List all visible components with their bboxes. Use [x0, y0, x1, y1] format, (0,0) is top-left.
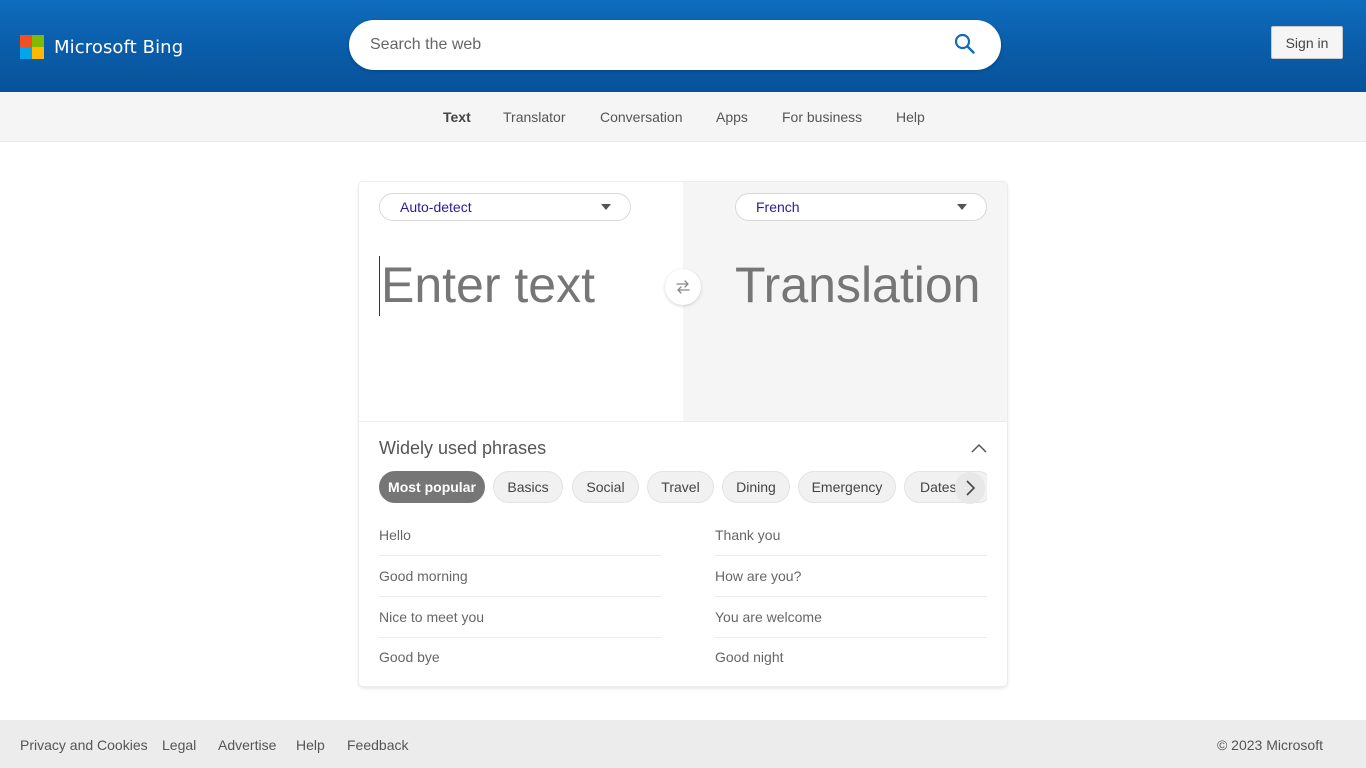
brand-name: Microsoft Bing — [54, 36, 184, 58]
phrases-title: Widely used phrases — [379, 438, 547, 458]
target-language-select[interactable]: French — [735, 193, 987, 221]
source-pane: Auto-detect — [359, 182, 683, 421]
caret-down-icon — [601, 204, 611, 210]
search-box — [349, 20, 1001, 70]
chevron-up-icon — [971, 443, 987, 453]
phrase-item[interactable]: You are welcome — [715, 597, 987, 638]
chevron-right-icon — [966, 480, 976, 496]
phrase-item[interactable]: How are you? — [715, 556, 987, 597]
nav-tab-apps[interactable]: Apps — [716, 109, 748, 125]
microsoft-logo-icon — [20, 35, 44, 59]
swap-languages-button[interactable] — [665, 269, 701, 305]
header: Microsoft Bing Sign in — [0, 0, 1366, 92]
swap-arrows-icon — [676, 280, 690, 294]
phrase-item[interactable]: Nice to meet you — [379, 597, 661, 638]
sign-in-button[interactable]: Sign in — [1271, 26, 1343, 59]
footer-link-advertise[interactable]: Advertise — [218, 737, 276, 753]
phrase-item[interactable]: Thank you — [715, 515, 987, 556]
category-chip-social[interactable]: Social — [572, 471, 639, 503]
footer: Privacy and Cookies Legal Advertise Help… — [0, 720, 1366, 768]
search-button[interactable] — [953, 32, 977, 56]
phrase-item[interactable]: Good night — [715, 637, 987, 678]
source-language-select[interactable]: Auto-detect — [379, 193, 631, 221]
target-language-label: French — [756, 199, 800, 215]
source-text-input[interactable] — [379, 256, 659, 316]
nav-tab-conversation[interactable]: Conversation — [600, 109, 683, 125]
category-chip-most-popular[interactable]: Most popular — [379, 471, 485, 503]
category-chip-basics[interactable]: Basics — [493, 471, 563, 503]
footer-link-feedback[interactable]: Feedback — [347, 737, 408, 753]
divider — [359, 421, 1007, 422]
phrase-item[interactable]: Good bye — [379, 637, 661, 678]
bing-logo[interactable]: Microsoft Bing — [20, 35, 183, 59]
translator-nav: Text Translator Conversation Apps For bu… — [0, 92, 1366, 142]
search-input[interactable] — [370, 36, 930, 54]
collapse-phrases-button[interactable] — [969, 440, 989, 456]
category-chip-emergency[interactable]: Emergency — [798, 471, 896, 503]
caret-down-icon — [957, 204, 967, 210]
phrase-categories: Most popular Basics Social Travel Dining… — [379, 470, 987, 504]
footer-link-help[interactable]: Help — [296, 737, 325, 753]
nav-tab-translator[interactable]: Translator — [503, 109, 566, 125]
translation-output: Translation — [735, 257, 981, 313]
source-language-label: Auto-detect — [400, 199, 472, 215]
target-pane: French Translation — [683, 182, 1007, 421]
translator-card: Auto-detect French Translation Widely us… — [359, 182, 1007, 686]
next-categories-button[interactable] — [955, 472, 985, 504]
nav-tab-text[interactable]: Text — [443, 109, 471, 125]
nav-tab-for-business[interactable]: For business — [782, 109, 862, 125]
phrase-item[interactable]: Good morning — [379, 556, 661, 597]
search-icon — [954, 33, 975, 54]
category-chip-travel[interactable]: Travel — [647, 471, 714, 503]
footer-link-legal[interactable]: Legal — [162, 737, 196, 753]
footer-link-privacy[interactable]: Privacy and Cookies — [20, 737, 148, 753]
category-chip-dining[interactable]: Dining — [722, 471, 790, 503]
nav-tab-help[interactable]: Help — [896, 109, 925, 125]
phrase-item[interactable]: Hello — [379, 515, 661, 556]
copyright: © 2023 Microsoft — [1216, 737, 1323, 753]
